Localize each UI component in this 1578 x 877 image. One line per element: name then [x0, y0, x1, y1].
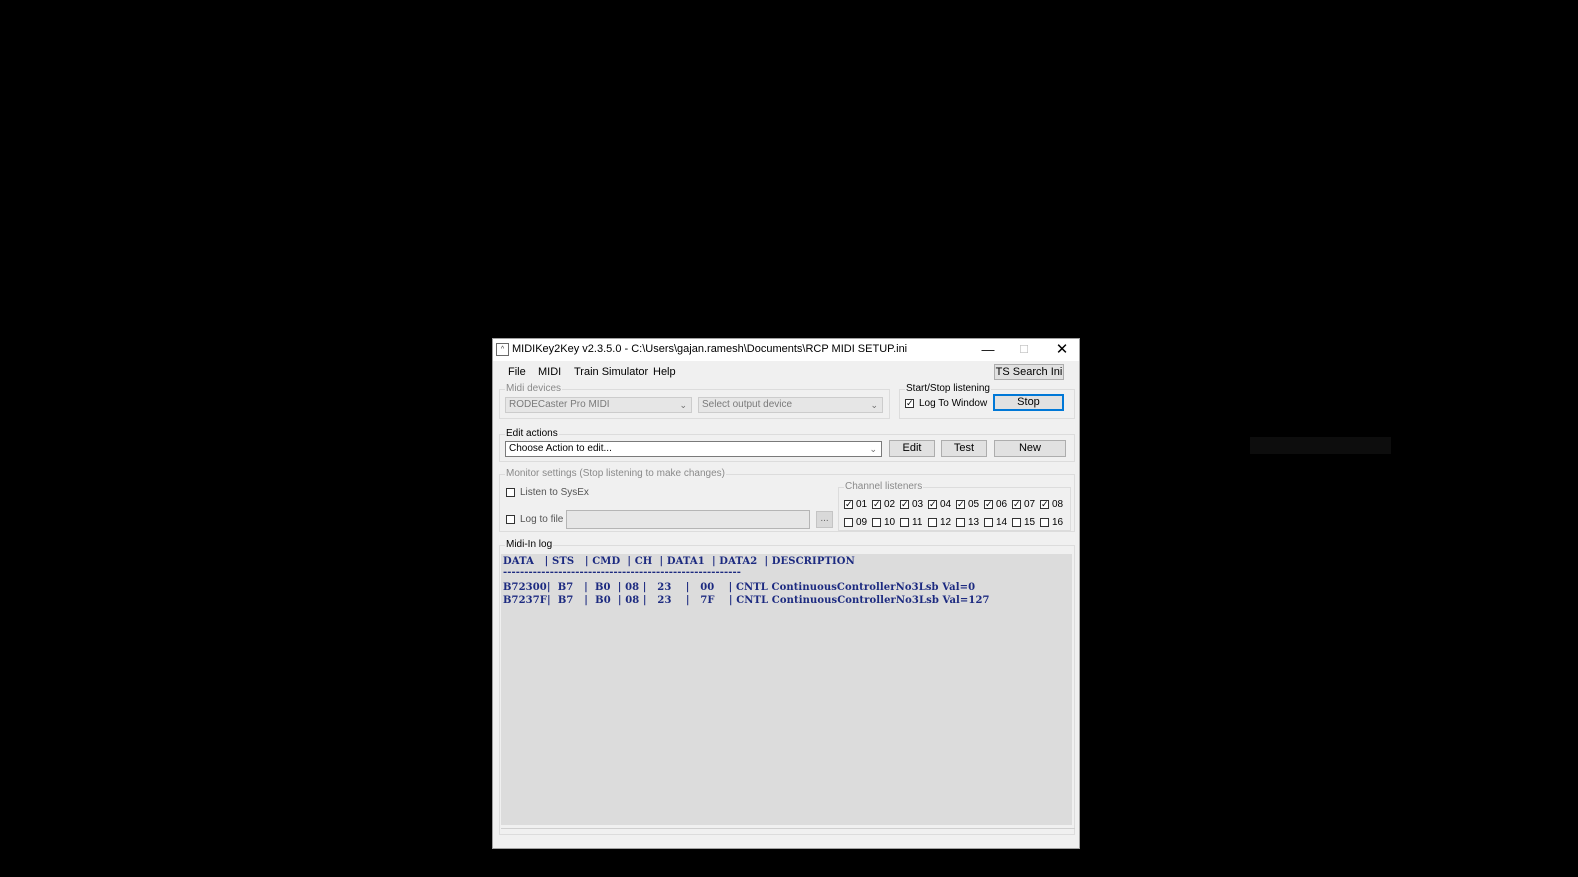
channel-13-label: 13: [968, 517, 980, 528]
input-device-select[interactable]: RODECaster Pro MIDI ⌄: [505, 397, 692, 413]
channel-03-label: 03: [912, 499, 924, 510]
channel-13-checkbox[interactable]: [956, 518, 965, 527]
chevron-down-icon: ⌄: [870, 400, 878, 410]
channel-05-label: 05: [968, 499, 980, 510]
log-row: B7237F| B7 | B0 | 08 | 23 | 7F | CNTL Co…: [503, 595, 990, 606]
menu-midi[interactable]: MIDI: [538, 366, 561, 378]
edit-actions-group: Edit actions Choose Action to edit... ⌄ …: [499, 428, 1075, 462]
ts-search-ini-button[interactable]: TS Search Ini: [994, 364, 1064, 380]
channel-10-checkbox[interactable]: [872, 518, 881, 527]
channel-07-checkbox[interactable]: ✓: [1012, 500, 1021, 509]
channel-06-label: 06: [996, 499, 1008, 510]
edit-actions-title: Edit actions: [505, 428, 559, 440]
midi-in-log[interactable]: DATA | STS | CMD | CH | DATA1 | DATA2 | …: [501, 554, 1072, 825]
midi-devices-group: Midi devices RODECaster Pro MIDI ⌄ Selec…: [499, 383, 890, 419]
channel-11-checkbox[interactable]: [900, 518, 909, 527]
log-separator: ----------------------------------------…: [503, 567, 742, 578]
minimize-icon[interactable]: —: [970, 339, 1006, 361]
action-select-value: Choose Action to edit...: [509, 443, 612, 454]
channel-04-checkbox[interactable]: ✓: [928, 500, 937, 509]
status-strip: [501, 828, 1075, 834]
menu-file[interactable]: File: [508, 366, 526, 378]
listen-sysex-checkbox[interactable]: [506, 488, 515, 497]
channel-09-checkbox[interactable]: [844, 518, 853, 527]
edit-button[interactable]: Edit: [889, 440, 935, 457]
channel-09-label: 09: [856, 517, 868, 528]
menu-help[interactable]: Help: [653, 366, 676, 378]
monitor-settings-group: Monitor settings (Stop listening to make…: [499, 468, 1075, 532]
channel-08-label: 08: [1052, 499, 1064, 510]
action-select[interactable]: Choose Action to edit... ⌄: [505, 441, 882, 457]
midi-devices-title: Midi devices: [505, 383, 563, 395]
channel-01-checkbox[interactable]: ✓: [844, 500, 853, 509]
output-device-value: Select output device: [702, 399, 793, 410]
channel-listeners-group: Channel listeners ✓ 01 ✓ 02 ✓ 03 ✓ 04 ✓ …: [838, 481, 1071, 531]
channel-14-checkbox[interactable]: [984, 518, 993, 527]
channel-07-label: 07: [1024, 499, 1036, 510]
title-bar[interactable]: ^ MIDIKey2Key v2.3.5.0 - C:\Users\gajan.…: [493, 339, 1079, 361]
output-device-select[interactable]: Select output device ⌄: [698, 397, 883, 413]
channel-03-checkbox[interactable]: ✓: [900, 500, 909, 509]
log-to-file-checkbox[interactable]: [506, 515, 515, 524]
chevron-down-icon: ⌄: [869, 444, 877, 454]
window-title: MIDIKey2Key v2.3.5.0 - C:\Users\gajan.ra…: [512, 343, 908, 355]
log-file-path-field[interactable]: [566, 510, 810, 529]
channel-14-label: 14: [996, 517, 1008, 528]
channel-04-label: 04: [940, 499, 952, 510]
test-button[interactable]: Test: [941, 440, 987, 457]
log-header: DATA | STS | CMD | CH | DATA1 | DATA2 | …: [503, 556, 855, 567]
channel-11-label: 11: [912, 517, 923, 528]
channel-16-checkbox[interactable]: [1040, 518, 1049, 527]
channel-08-checkbox[interactable]: ✓: [1040, 500, 1049, 509]
channel-12-checkbox[interactable]: [928, 518, 937, 527]
app-icon: ^: [496, 343, 509, 356]
stop-button[interactable]: Stop: [993, 394, 1064, 411]
log-to-window-label: Log To Window: [919, 398, 988, 409]
start-stop-listening-group: Start/Stop listening ✓ Log To Window Sto…: [899, 383, 1075, 419]
channel-10-label: 10: [884, 517, 896, 528]
log-to-file-label: Log to file: [520, 514, 564, 525]
listen-sysex-label: Listen to SysEx: [520, 487, 589, 498]
maximize-icon[interactable]: ☐: [1006, 339, 1042, 361]
start-stop-listening-title: Start/Stop listening: [905, 383, 991, 395]
input-device-value: RODECaster Pro MIDI: [509, 399, 610, 410]
channel-02-label: 02: [884, 499, 896, 510]
menu-train-simulator[interactable]: Train Simulator: [574, 366, 648, 378]
channel-15-label: 15: [1024, 517, 1036, 528]
midi-in-log-title: Midi-In log: [505, 539, 554, 551]
background-artifact: [1250, 437, 1391, 454]
channel-06-checkbox[interactable]: ✓: [984, 500, 993, 509]
log-row: B72300| B7 | B0 | 08 | 23 | 00 | CNTL Co…: [503, 582, 976, 593]
channel-12-label: 12: [940, 517, 952, 528]
browse-button[interactable]: ...: [816, 511, 833, 528]
new-button[interactable]: New: [994, 440, 1066, 457]
log-to-window-checkbox[interactable]: ✓: [905, 399, 914, 408]
channel-16-label: 16: [1052, 517, 1064, 528]
channel-05-checkbox[interactable]: ✓: [956, 500, 965, 509]
monitor-settings-title: Monitor settings (Stop listening to make…: [505, 468, 726, 480]
chevron-down-icon: ⌄: [679, 400, 687, 410]
close-icon[interactable]: ✕: [1044, 339, 1080, 361]
channel-02-checkbox[interactable]: ✓: [872, 500, 881, 509]
channel-listeners-title: Channel listeners: [844, 481, 924, 493]
channel-01-label: 01: [856, 499, 868, 510]
channel-15-checkbox[interactable]: [1012, 518, 1021, 527]
midikey2key-window: ^ MIDIKey2Key v2.3.5.0 - C:\Users\gajan.…: [492, 338, 1080, 849]
